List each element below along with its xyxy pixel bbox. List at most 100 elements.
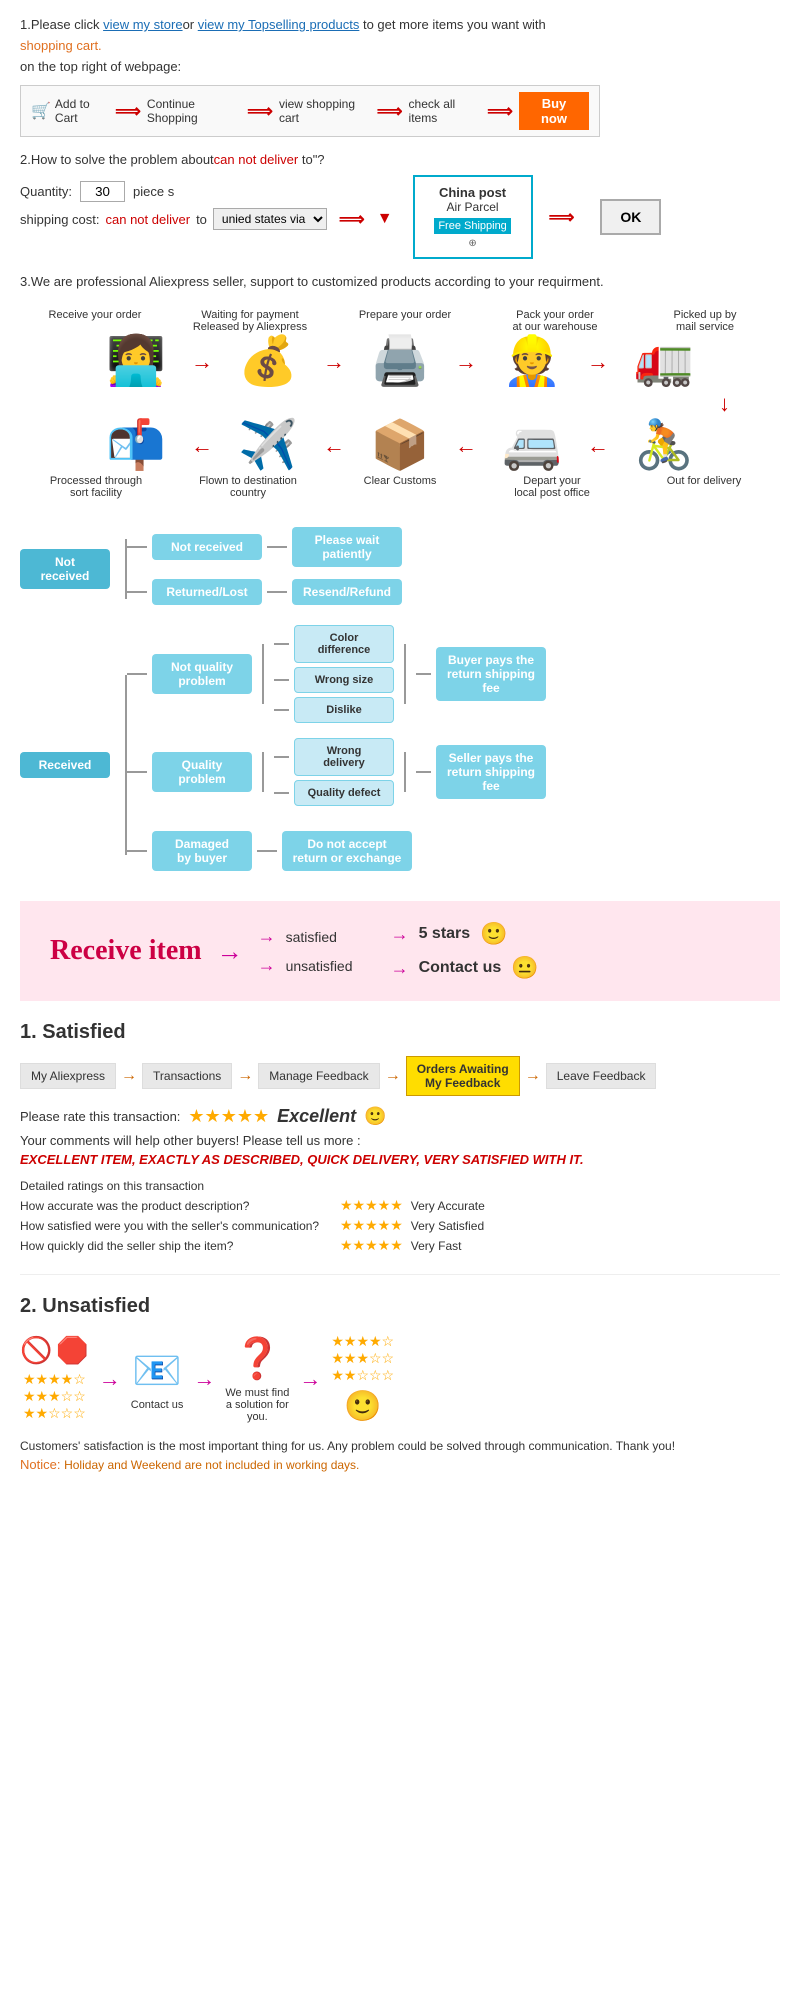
quantity-input[interactable] [80, 181, 125, 202]
process-item-10: 📬 [81, 422, 191, 470]
buy-now-button[interactable]: Buy now [519, 92, 589, 130]
orders-awaiting-step[interactable]: Orders AwaitingMy Feedback [406, 1056, 520, 1096]
email-icon: 📧 [132, 1347, 182, 1394]
notice-label: Notice: [20, 1457, 60, 1472]
not-quality-subs: Color difference Wrong size [274, 625, 394, 723]
process-item-9: ✈️ [213, 422, 323, 470]
returned-lost-box: Returned/Lost [152, 579, 262, 605]
receive-item-label: Receive item [50, 935, 202, 967]
section3-text: 3.We are professional Aliexpress seller,… [20, 274, 780, 289]
hline-cd [274, 643, 289, 645]
not-quality-box: Not quality problem [152, 654, 252, 694]
damaged-branch: Damaged by buyer Do not accept return or… [127, 831, 546, 871]
down-arrow: ▼ [377, 210, 393, 228]
rating3-stars: ★★★★★ [340, 1237, 403, 1254]
leave-feedback-step[interactable]: Leave Feedback [546, 1063, 657, 1089]
satisfied-row: → satisfied [258, 926, 376, 947]
five-stars-arrow: → [391, 924, 409, 945]
cart-steps-bar: 🛒 Add to Cart ⟹ Continue Shopping ⟹ view… [20, 85, 600, 137]
fb-arrow-1: → [121, 1067, 137, 1085]
resend-refund-box: Resend/Refund [292, 579, 402, 605]
money-icon: 💰 [238, 338, 298, 386]
manage-feedback-step[interactable]: Manage Feedback [258, 1063, 379, 1089]
view-topselling-link[interactable]: view my Topselling products [198, 17, 360, 32]
unsat-flow: 🚫 🛑 ★★★★☆ ★★★☆☆ ★★☆☆☆ → 📧 Contact us → [20, 1333, 780, 1424]
my-aliexpress-step[interactable]: My Aliexpress [20, 1063, 116, 1089]
damaged-box: Damaged by buyer [152, 831, 252, 871]
detailed-header: Detailed ratings on this transaction [20, 1179, 780, 1193]
process-item-4: 👷 [477, 338, 587, 386]
v-connector-nr [125, 539, 127, 599]
process-item-1: 👩‍💻 [81, 338, 191, 386]
sat-arrow: → [258, 926, 276, 947]
section1-text2: on the top right of webpage: [20, 57, 780, 78]
not-received-branch-box: Not received [152, 534, 262, 560]
h-line-2 [267, 546, 287, 548]
rating1-row: How accurate was the product description… [20, 1197, 780, 1214]
not-received-main: Not received [20, 539, 127, 599]
high-stars-2: ★★★☆☆ [331, 1350, 394, 1367]
contact-label: Contact us [131, 1399, 184, 1411]
h-line-3 [127, 591, 147, 593]
proc-arrow-3: → [455, 349, 477, 375]
quantity-row: Quantity: piece s [20, 181, 393, 202]
label-prepare-order: Prepare your order [350, 309, 460, 333]
proc-arrow-2: → [323, 349, 345, 375]
transactions-step[interactable]: Transactions [142, 1063, 232, 1089]
process-item-3: 🖨️ [345, 338, 455, 386]
process-item-6: 🚴 [609, 422, 719, 470]
ok-button[interactable]: OK [600, 199, 661, 235]
shipping-label: shipping cost: [20, 212, 100, 227]
rate-row: Please rate this transaction: ★★★★★ Exce… [20, 1106, 780, 1127]
excellent-text: EXCELLENT ITEM, EXACTLY AS DESCRIBED, QU… [20, 1152, 780, 1167]
h-line-4 [267, 591, 287, 593]
neutral-emoji: 😐 [511, 955, 538, 981]
process-section: Receive your order Waiting for payment R… [20, 309, 780, 499]
fb-arrow-4: → [525, 1067, 541, 1085]
vline-nq2 [404, 644, 406, 704]
label-out-delivery: Out for delivery [649, 475, 759, 499]
cart-icon: 🛒 [31, 101, 51, 121]
hline-nq1 [127, 673, 147, 675]
shopping-cart-text: shopping cart. [20, 38, 102, 53]
view-store-link[interactable]: view my store [103, 17, 182, 32]
rating2-label: How satisfied were you with the seller's… [20, 1219, 340, 1233]
no-return-box: Do not accept return or exchange [282, 831, 412, 871]
china-post-arrow: ⟹ [549, 207, 575, 228]
pink-receive-section: Receive item → → satisfied → unsatisfied… [20, 901, 780, 1001]
quality-problem-box: Quality problem [152, 752, 252, 792]
color-diff-box: Color difference [294, 625, 394, 663]
decision-tree-not-received: Not received Not received Please wait pa… [20, 519, 780, 871]
piece-label: piece s [133, 184, 174, 199]
dislike-branch: Dislike [274, 697, 394, 723]
unsat-icons: 🚫 🛑 [20, 1335, 89, 1366]
hline-wd [274, 756, 289, 758]
section3: 3.We are professional Aliexpress seller,… [20, 274, 780, 289]
seller-pays-box: Seller pays the return shipping fee [436, 745, 546, 799]
high-stars-3: ★★☆☆☆ [331, 1367, 394, 1384]
quality-defect-branch: Quality defect [274, 780, 394, 806]
unsat-item-1: 🚫 🛑 ★★★★☆ ★★★☆☆ ★★☆☆☆ [20, 1335, 89, 1422]
rating3-result: Very Fast [411, 1239, 462, 1253]
label-waiting-payment: Waiting for payment Released by Aliexpre… [190, 309, 310, 333]
hline-buyer [416, 673, 431, 675]
proc-arrow-6: ← [455, 433, 477, 459]
comment1-text: Your comments will help other buyers! Pl… [20, 1133, 780, 1148]
wrong-size-box: Wrong size [294, 667, 394, 693]
plane-icon: ✈️ [238, 422, 298, 470]
process-bottom-row: 🚴 ← 🚐 ← 📦 ← ✈️ ← 📬 [20, 422, 780, 470]
hline-db2 [257, 850, 277, 852]
free-shipping-badge: Free Shipping [434, 218, 511, 234]
add-to-cart-step: 🛒 Add to Cart [31, 97, 109, 125]
contact-row: → Contact us 😐 [391, 955, 539, 981]
person-icon: 👩‍💻 [106, 338, 166, 386]
printer-icon: 🖨️ [370, 338, 430, 386]
received-branches: Not quality problem Color difference [127, 625, 546, 871]
quantity-label: Quantity: [20, 184, 72, 199]
process-item-2: 💰 [213, 338, 323, 386]
stars-row1: ★★★★☆ [23, 1371, 86, 1388]
label-receive-order: Receive your order [40, 309, 150, 333]
section2-left: Quantity: piece s shipping cost:can not … [20, 175, 393, 234]
solution-label: We must finda solution foryou. [225, 1387, 289, 1423]
via-select[interactable]: unied states via [213, 208, 327, 230]
